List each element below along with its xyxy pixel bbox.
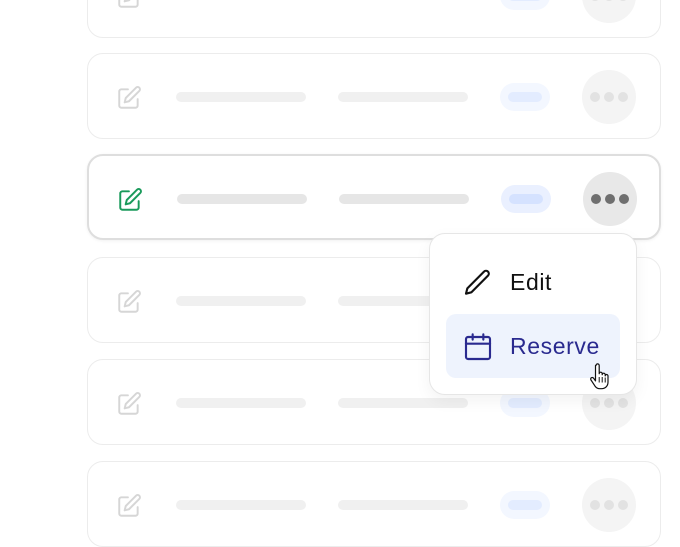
text-placeholder: [177, 194, 307, 204]
more-options-button[interactable]: [582, 478, 636, 532]
square-pencil-icon[interactable]: [117, 187, 143, 213]
list-row-active[interactable]: [87, 154, 661, 240]
pencil-icon: [464, 269, 490, 295]
ellipsis-dot: [618, 92, 628, 102]
hand-pointer-cursor: [590, 363, 609, 390]
status-pill-placeholder: [508, 0, 542, 1]
list-row[interactable]: [87, 53, 661, 139]
more-options-button[interactable]: [583, 172, 637, 226]
status-pill: [500, 491, 550, 519]
text-placeholder: [339, 194, 469, 204]
square-pencil-icon[interactable]: [116, 493, 142, 519]
ellipsis-dot: [604, 0, 614, 1]
status-pill: [501, 185, 551, 213]
ellipsis-dot: [590, 398, 600, 408]
ellipsis-dot: [590, 500, 600, 510]
text-placeholder: [176, 296, 306, 306]
square-pencil-icon[interactable]: [116, 391, 142, 417]
ellipsis-dot: [590, 0, 600, 1]
ellipsis-dot: [619, 194, 629, 204]
calendar-icon: [464, 333, 492, 361]
ellipsis-dot: [604, 500, 614, 510]
ellipsis-dot: [618, 0, 628, 1]
text-placeholder: [338, 92, 468, 102]
list-row[interactable]: [87, 0, 661, 38]
ellipsis-dot: [590, 92, 600, 102]
list-row[interactable]: [87, 461, 661, 547]
ellipsis-dot: [618, 500, 628, 510]
ellipsis-dot: [604, 92, 614, 102]
ellipsis-dot: [605, 194, 615, 204]
status-pill-placeholder: [509, 194, 543, 204]
text-placeholder: [338, 398, 468, 408]
menu-item-label: Reserve: [510, 333, 600, 359]
ellipsis-dot: [604, 398, 614, 408]
square-pencil-icon[interactable]: [116, 85, 142, 111]
status-pill-placeholder: [508, 500, 542, 510]
text-placeholder: [176, 500, 306, 510]
status-pill: [500, 83, 550, 111]
status-pill: [500, 0, 550, 10]
ellipsis-dot: [591, 194, 601, 204]
menu-item-edit[interactable]: Edit: [446, 250, 620, 314]
text-placeholder: [176, 92, 306, 102]
status-pill-placeholder: [508, 398, 542, 408]
text-placeholder: [338, 500, 468, 510]
square-pencil-icon[interactable]: [116, 289, 142, 315]
text-placeholder: [176, 398, 306, 408]
more-options-button[interactable]: [582, 0, 636, 23]
square-pencil-icon[interactable]: [116, 0, 142, 10]
menu-item-label: Edit: [510, 269, 553, 295]
ellipsis-dot: [618, 398, 628, 408]
status-pill-placeholder: [508, 92, 542, 102]
more-options-button[interactable]: [582, 70, 636, 124]
